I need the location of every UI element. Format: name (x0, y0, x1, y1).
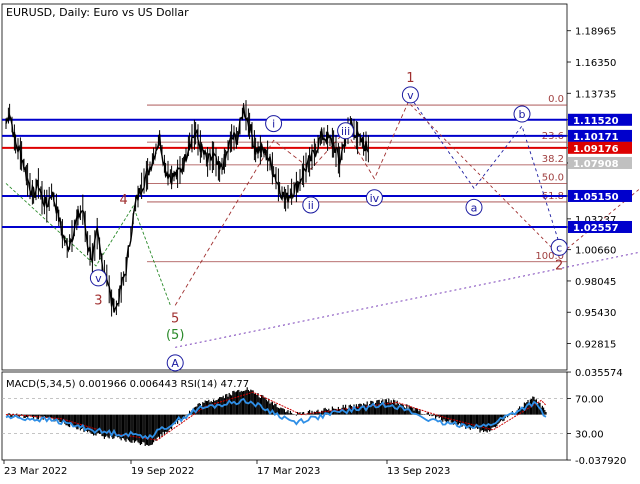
wave-plain-label: 2 (555, 259, 563, 274)
wave-circle-label: ii (308, 199, 314, 212)
y-tick-label: 1.16350 (575, 58, 616, 69)
wave-plain-label: 1 (406, 71, 414, 86)
chart-header: EURUSD, Daily: Euro vs US Dollar (6, 6, 189, 19)
wave-circle-label: a (471, 201, 478, 214)
y-tick-label: 1.00660 (575, 246, 616, 257)
chart-root: 0.023.638.250.061.8100.0 vAiiiiiiivvabc4… (0, 0, 640, 480)
macd-y-tick-label: 0.035574 (575, 368, 623, 379)
y-tick-label: 0.98045 (575, 277, 616, 288)
wave-circle-label: b (519, 108, 526, 121)
description-label: Euro vs US Dollar (93, 6, 189, 19)
wave-plain-label: (5) (166, 328, 184, 343)
timeframe-label: Daily: (59, 6, 90, 19)
y-tick-label: 0.92815 (575, 340, 616, 351)
y-tick-label: 0.95430 (575, 308, 616, 319)
wave-plain-label: 5 (171, 311, 179, 326)
wave-circle-label: v (407, 89, 414, 102)
x-tick-label: 13 Sep 2023 (387, 466, 450, 477)
indicator-header: MACD(5,34,5) 0.001966 0.006443 RSI(14) 4… (6, 379, 249, 390)
x-tick-label: 19 Sep 2022 (131, 466, 194, 477)
wave-circle-label: iv (370, 192, 380, 205)
price-label-text: 1.02557 (573, 223, 619, 234)
y-tick-label: 1.13735 (575, 89, 616, 100)
symbol-label: EURUSD (6, 6, 52, 19)
macd-y-tick-label: 70.00 (575, 394, 604, 405)
price-label-text: 1.11520 (573, 116, 619, 127)
macd-y-tick-label: -0.037920 (575, 456, 626, 467)
wave-plain-label: 3 (94, 293, 102, 308)
wave-circle-label: c (556, 241, 562, 254)
wave-circle-label: A (171, 357, 179, 370)
price-label-text: 1.10171 (573, 132, 619, 143)
x-tick-label: 17 Mar 2023 (257, 466, 320, 477)
y-tick-label: 1.18965 (575, 27, 616, 38)
wave-circle-label: i (272, 118, 275, 131)
price-label-text: 1.05150 (573, 192, 619, 203)
macd-y-tick-label: 30.00 (575, 430, 604, 441)
fib-level-label: 0.0 (548, 94, 564, 105)
wave-circle-label: iii (341, 125, 350, 138)
fib-level-label: 50.0 (542, 172, 564, 183)
price-label-text: 1.07908 (573, 159, 619, 170)
x-tick-label: 23 Mar 2022 (4, 466, 67, 477)
fib-level-label: 38.2 (542, 154, 564, 165)
price-label-text: 1.09176 (573, 144, 619, 155)
wave-circle-label: v (95, 272, 102, 285)
chart-svg: 0.023.638.250.061.8100.0 vAiiiiiiivvabc4… (0, 0, 640, 480)
wave-plain-label: 4 (119, 193, 127, 208)
